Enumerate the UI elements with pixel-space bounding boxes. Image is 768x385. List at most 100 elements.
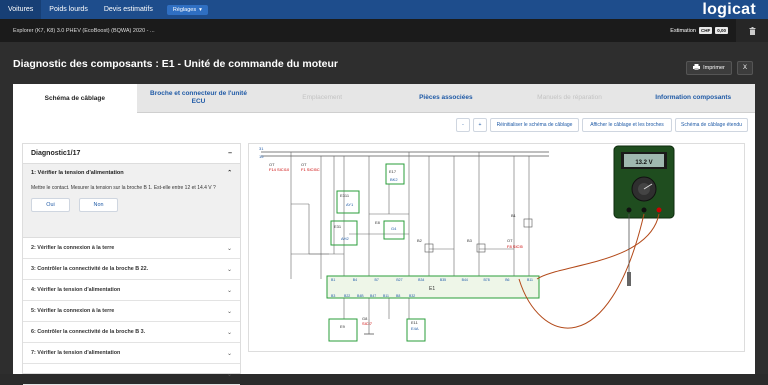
nav-cars[interactable]: Voitures	[0, 0, 42, 19]
tab-location: Emplacement	[260, 84, 385, 113]
component-label: E9	[340, 324, 346, 329]
vehicle-label[interactable]: Explorer (K7, K8) 3.0 PHEV (EcoBoost) (B…	[0, 28, 155, 34]
ecu-pin-label[interactable]: B1	[331, 278, 335, 282]
tab-ecu-pins[interactable]: Broche et connecteur de l'unité ECU	[136, 84, 261, 113]
ecu-pin-label[interactable]: B78	[483, 278, 489, 282]
print-button[interactable]: Imprimer	[686, 61, 732, 75]
diagnostic-step[interactable]: 4: Vérifier la tension d'alimentation ⌄	[23, 280, 240, 301]
relay-label: E8	[375, 220, 381, 225]
tab-component-info[interactable]: Information composants	[631, 84, 756, 113]
chevron-down-icon: ⌄	[226, 329, 232, 336]
diagnostic-panel: Diagnostic1/17 – 1: Vérifier la tension …	[22, 143, 241, 385]
chevron-up-icon: ⌃	[227, 170, 232, 176]
ecu-pin-label[interactable]: B32	[409, 294, 415, 298]
close-button[interactable]: X	[737, 61, 753, 75]
step-label: 5: Vérifier la connexion à la terre	[31, 308, 115, 314]
estimation: Estimation CHF 0,00	[670, 19, 728, 42]
ecu-pin-label[interactable]: B7	[375, 278, 379, 282]
ecu-pin-label[interactable]: B35	[440, 278, 446, 282]
component-label: F8 SICI5	[507, 244, 524, 249]
ecu-pin-label[interactable]: B27	[396, 278, 402, 282]
diagnostic-header: Diagnostic1/17 –	[23, 144, 240, 164]
rail-label-15: 15	[259, 154, 264, 159]
step-label: 2: Vérifier la connexion à la terre	[31, 245, 115, 251]
component-label: B1	[511, 213, 517, 218]
relay-label: AH2	[341, 236, 350, 241]
multimeter[interactable]: 13.2 V	[613, 145, 675, 219]
diagnostic-step[interactable]: 3: Contrôler la connectivité de la broch…	[23, 259, 240, 280]
tab-related-parts[interactable]: Pièces associées	[384, 84, 508, 113]
print-label: Imprimer	[703, 65, 725, 71]
ecu-pin-label[interactable]: B4	[353, 278, 357, 282]
ecu-pin-label[interactable]: B11	[527, 278, 533, 282]
wiring-diagram-canvas[interactable]: 31 15 OT F14 SICI10 OT F1 SICI5C E17 BK2…	[248, 143, 745, 352]
ecu-pin-label[interactable]: B22	[344, 294, 350, 298]
no-button[interactable]: Non	[79, 198, 118, 212]
step-title: 1: Vérifier la tension d'alimentation	[31, 170, 124, 176]
ecu-pin-label[interactable]: B6	[505, 278, 509, 282]
tab-repair-manuals: Manuels de réparation	[507, 84, 632, 113]
settings-label: Réglages	[172, 6, 197, 13]
relay-label: G4	[391, 226, 397, 231]
estimation-amount: 0,00	[715, 27, 728, 34]
multimeter-display: 13.2 V	[635, 160, 652, 166]
diagnostic-step[interactable]: 5: Vérifier la connexion à la terre ⌄	[23, 301, 240, 322]
component-label: B3	[467, 238, 473, 243]
diagnostic-step[interactable]: 6: Contrôler la connectivité de la broch…	[23, 322, 240, 343]
answer-buttons: Oui Non	[31, 198, 232, 212]
chevron-down-icon: ⌄	[226, 245, 232, 252]
printer-icon	[693, 64, 701, 72]
diagnostic-step[interactable]: 7: Vérifier la tension d'alimentation ⌄	[23, 343, 240, 364]
diagnostic-counter: Diagnostic1/17	[31, 150, 81, 157]
step-label: 3: Contrôler la connectivité de la broch…	[31, 266, 149, 272]
show-wiring-pins-button[interactable]: Afficher le câblage et les broches	[582, 118, 672, 132]
tab-wiring-diagram[interactable]: Schéma de câblage	[13, 84, 137, 113]
tab-bar: Schéma de câblage Broche et connecteur d…	[13, 84, 756, 113]
step-label: 7: Vérifier la tension d'alimentation	[31, 350, 121, 356]
diagnostic-step[interactable]: 2: Vérifier la connexion à la terre ⌄	[23, 238, 240, 259]
ecu-pin-label[interactable]: B11	[383, 294, 389, 298]
chevron-down-icon: ⌄	[226, 266, 232, 273]
diagnostic-step[interactable]: ⌄	[23, 364, 240, 385]
step-header[interactable]: 1: Vérifier la tension d'alimentation ⌃	[31, 170, 232, 176]
schematic-toolbar: - + Réinitialiser le schéma de câblage A…	[456, 118, 748, 132]
step-instructions: Mettre le contact. Mesurer la tension su…	[31, 185, 216, 191]
relay-label: BK2	[390, 177, 398, 182]
nav-estimates[interactable]: Devis estimatifs	[96, 0, 161, 19]
vehicle-bar: Explorer (K7, K8) 3.0 PHEV (EcoBoost) (B…	[0, 19, 768, 42]
ecu-pin-label[interactable]: B8	[396, 294, 400, 298]
probe-tip	[627, 272, 631, 286]
collapse-icon[interactable]: –	[228, 150, 232, 157]
chevron-down-icon: ⌄	[226, 371, 232, 378]
component-label: E4A	[411, 326, 419, 331]
ecu-pin-label[interactable]: B44	[462, 278, 468, 282]
ecu-pin-label[interactable]: B47	[370, 294, 376, 298]
diagnostic-step-open: 1: Vérifier la tension d'alimentation ⌃ …	[23, 164, 240, 238]
chevron-down-icon: ▾	[199, 6, 202, 13]
relay-label: E311	[340, 193, 350, 198]
component-label: E11	[411, 320, 419, 325]
zoom-in-button[interactable]: +	[473, 118, 487, 132]
ecu-pin-label[interactable]: B4B	[357, 294, 364, 298]
component-label: SICI7	[362, 321, 373, 326]
step-label: 4: Vérifier la tension d'alimentation	[31, 287, 121, 293]
relay-label: E17	[389, 169, 397, 174]
settings-dropdown[interactable]: Réglages ▾	[166, 4, 208, 15]
rail-label-31: 31	[259, 146, 264, 151]
yes-button[interactable]: Oui	[31, 198, 70, 212]
top-navigation: Voitures Poids lourds Devis estimatifs R…	[0, 0, 768, 19]
chevron-down-icon: ⌄	[226, 287, 232, 294]
ecu-pin-label[interactable]: B3	[331, 294, 335, 298]
trash-icon[interactable]	[736, 19, 768, 42]
reset-diagram-button[interactable]: Réinitialiser le schéma de câblage	[490, 118, 579, 132]
zoom-out-button[interactable]: -	[456, 118, 470, 132]
logo: logicat	[702, 1, 756, 18]
relay-label: E31	[334, 224, 342, 229]
component-label: B2	[417, 238, 423, 243]
fuse-label: F1 SICI5C	[301, 167, 320, 172]
relay-label: AY1	[346, 202, 354, 207]
nav-trucks[interactable]: Poids lourds	[41, 0, 96, 19]
ecu-pin-label[interactable]: B34	[418, 278, 424, 282]
extended-diagram-button[interactable]: Schéma de câblage étendu	[675, 118, 748, 132]
estimation-label: Estimation	[670, 27, 696, 34]
